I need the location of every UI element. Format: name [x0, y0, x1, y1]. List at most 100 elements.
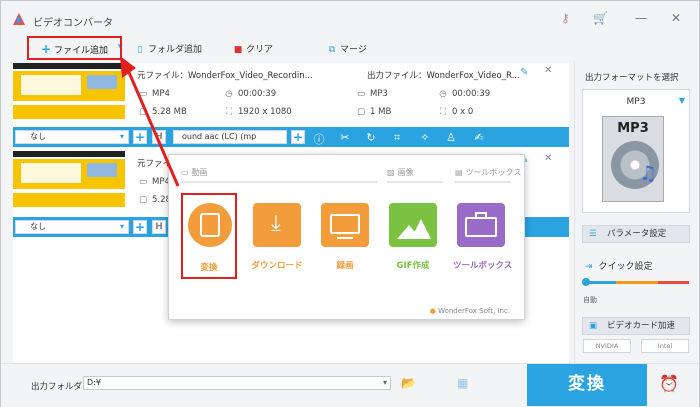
- source-size: ▢ 5.28 MB: [138, 107, 187, 117]
- watermark-icon[interactable]: ♙: [445, 131, 457, 144]
- tool-menu-popup: ▭動画 ▨画像 ▤ツールボックス 変換 ⤓ ダウンロード 録画 GIF作成: [168, 154, 525, 320]
- source-size-2: ▢ 5.28: [138, 195, 171, 205]
- format-name: MP3: [626, 97, 646, 107]
- close-icon[interactable]: ✕: [671, 11, 681, 25]
- audio-track-select[interactable]: ound aac (LC) (mp: [173, 130, 287, 144]
- format-selector[interactable]: MP3 ▼ MP3 ♫: [582, 89, 690, 213]
- output-file-label: 出力ファイル：WonderFox_Video_R...: [367, 71, 520, 81]
- source-file-label-2: 元ファイ: [137, 159, 172, 169]
- output-size: ▢ 1 MB: [356, 107, 392, 117]
- gpu-acceleration-button[interactable]: ▣ ビデオカード加速: [582, 317, 690, 335]
- chevron-down-icon: ▾: [382, 378, 387, 387]
- add-subtitle-button[interactable]: +: [133, 130, 147, 144]
- add-audio-button[interactable]: +: [291, 130, 305, 144]
- highlight-add-file: [27, 36, 122, 60]
- source-format-2: ▭ MP4: [138, 177, 170, 187]
- app-logo-icon: [13, 13, 25, 25]
- output-folder-select[interactable]: D:¥ ▾: [83, 376, 391, 390]
- quick-settings-label: ⇥ クイック設定: [585, 262, 653, 272]
- cart-icon[interactable]: 🛒: [593, 11, 608, 25]
- minimize-icon[interactable]: —: [635, 11, 647, 25]
- output-format-panel: 出力フォーマットを選択 MP3 ▼ MP3 ♫ ☰ パラメータ設定 ⇥ クイック設定…: [574, 61, 697, 363]
- video-thumbnail-2[interactable]: [13, 151, 125, 213]
- merge-button[interactable]: ⧉ マージ: [327, 42, 367, 55]
- crop-icon[interactable]: ⌗: [391, 131, 403, 145]
- open-folder-icon[interactable]: 📂: [401, 376, 416, 390]
- quick-arrow-icon: ⇥: [585, 262, 593, 272]
- mp3-format-icon: MP3 ♫: [602, 116, 664, 202]
- convert-tile[interactable]: 変換: [181, 193, 237, 279]
- h-icon[interactable]: H: [152, 130, 166, 144]
- source-duration: ◷ 00:00:39: [223, 89, 276, 99]
- parameter-settings-button[interactable]: ☰ パラメータ設定: [582, 225, 690, 243]
- trash-icon: ■: [233, 45, 243, 55]
- convert-button[interactable]: 変換: [527, 364, 647, 406]
- scissors-icon[interactable]: ✂: [339, 131, 351, 144]
- film-small-icon: ▭: [181, 168, 189, 177]
- wonderfox-logo-icon: ●: [429, 307, 436, 315]
- chip-icon: ▣: [589, 321, 598, 331]
- chevron-down-icon: ▾: [119, 222, 124, 231]
- item-toolbar: なし ▾ + H ound aac (LC) (mp + ⓘ ✂ ↻ ⌗ ✧ ♙ …: [13, 127, 569, 147]
- info-icon[interactable]: ⓘ: [313, 131, 325, 147]
- gif-tile[interactable]: GIF作成: [385, 193, 441, 279]
- source-file-label: 元ファイル：WonderFox_Video_Recordin...: [137, 71, 313, 81]
- subtitle-select-2[interactable]: なし ▾: [15, 220, 129, 234]
- chevron-down-icon: ▾: [119, 132, 124, 141]
- resolution-icon: ⛶: [226, 107, 232, 117]
- quality-slider[interactable]: [582, 278, 689, 286]
- toolbox-tile[interactable]: ツールボックス: [453, 193, 512, 279]
- merge-label: マージ: [340, 45, 367, 55]
- sliders-icon: ☰: [589, 229, 597, 239]
- output-folder-label: 出力フォルダ：: [31, 382, 91, 392]
- intel-badge[interactable]: Intel: [641, 339, 689, 353]
- brand-footer: ● WonderFox Soft, Inc.: [429, 307, 510, 315]
- file-icon: ▢: [138, 107, 148, 117]
- dropdown-arrow-icon: ▼: [678, 96, 685, 105]
- effects-icon[interactable]: ✧: [419, 131, 431, 144]
- clear-button[interactable]: ■ クリア: [233, 42, 273, 55]
- source-format: ▭ MP4: [138, 89, 170, 99]
- download-tile[interactable]: ⤓ ダウンロード: [249, 193, 305, 279]
- section-image: ▨ 画像: [387, 168, 414, 177]
- add-folder-label: フォルダ追加: [148, 45, 203, 55]
- format-icon: ▭: [356, 89, 366, 99]
- format-icon: ▭: [138, 177, 148, 187]
- merge-icon: ⧉: [328, 45, 336, 55]
- window-title: ビデオコンバータ: [33, 18, 113, 29]
- clock-icon: ◷: [225, 89, 233, 99]
- video-thumbnail[interactable]: [13, 63, 125, 125]
- section-video: ▭ 動画: [181, 168, 208, 177]
- key-icon[interactable]: ⚷: [561, 11, 570, 25]
- add-subtitle-button-2[interactable]: +: [133, 220, 147, 234]
- edit-output-icon[interactable]: ✎: [520, 67, 528, 78]
- screen-record-icon: [321, 203, 369, 247]
- format-icon: ▭: [138, 89, 148, 99]
- trim-folder-icon[interactable]: ▦: [457, 376, 468, 390]
- alarm-clock-icon[interactable]: ⏰: [659, 374, 679, 393]
- resolution-icon: ⛶: [440, 107, 446, 117]
- folder-icon: ▯: [137, 45, 143, 55]
- h-icon-2[interactable]: H: [152, 220, 166, 234]
- rotate-icon[interactable]: ↻: [365, 131, 377, 144]
- file-icon: ▢: [138, 195, 148, 205]
- clock-icon: ◷: [439, 89, 447, 99]
- output-format: ▭ MP3: [356, 89, 388, 99]
- remove-item-icon[interactable]: ✕: [544, 65, 552, 76]
- download-icon: ⤓: [253, 203, 301, 247]
- toolbox-icon: [457, 203, 505, 247]
- file-icon: ▢: [356, 107, 366, 117]
- remove-item-icon-2[interactable]: ✕: [544, 153, 552, 164]
- nvidia-badge[interactable]: NVIDIA: [583, 339, 631, 353]
- bottom-bar: 出力フォルダ： D:¥ ▾ 📂 ▦ 変換 ⏰: [1, 363, 699, 407]
- slider-knob[interactable]: [582, 278, 590, 286]
- film-icon: [188, 203, 232, 247]
- output-duration: ◷ 00:00:39: [437, 89, 490, 99]
- edit-icon[interactable]: ✍: [473, 131, 485, 144]
- add-folder-button[interactable]: ▯ フォルダ追加: [135, 42, 203, 55]
- title-bar: ビデオコンバータ ⚷ 🛒 — ✕: [1, 1, 699, 37]
- record-tile[interactable]: 録画: [317, 193, 373, 279]
- image-icon: [389, 203, 437, 247]
- output-format-title: 出力フォーマットを選択: [585, 73, 679, 83]
- subtitle-select[interactable]: なし ▾: [15, 130, 129, 144]
